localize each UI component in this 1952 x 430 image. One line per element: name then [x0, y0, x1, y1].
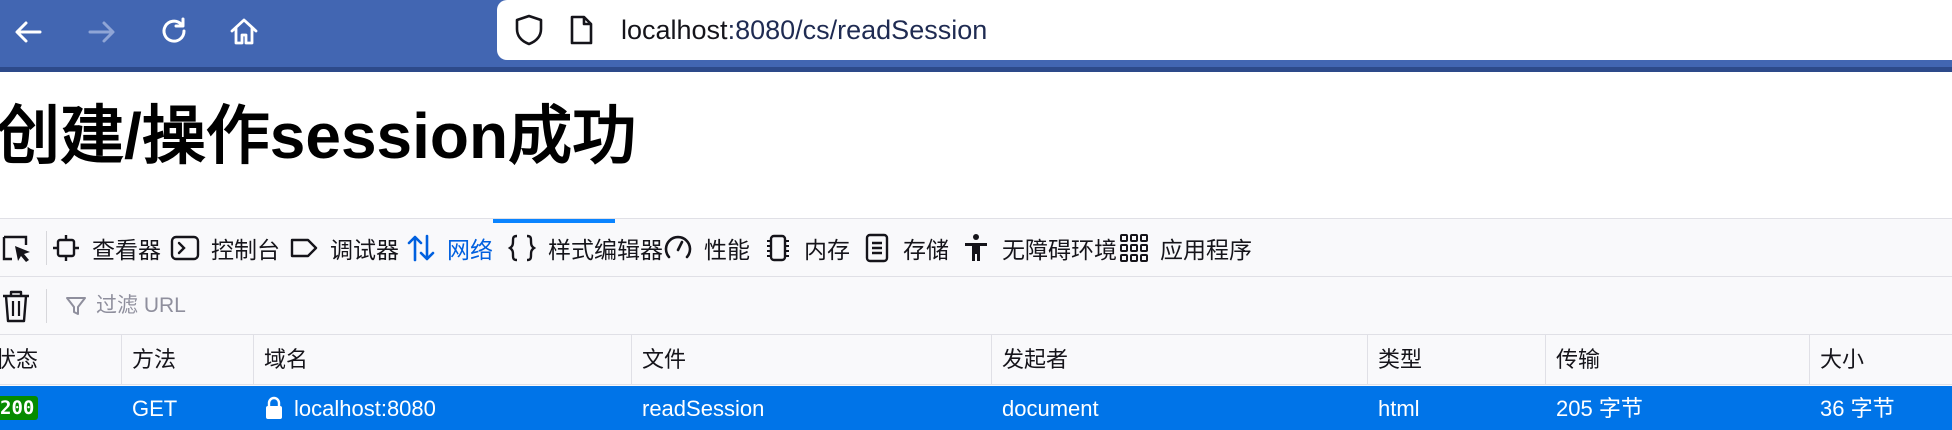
- address-bar[interactable]: localhost:8080/cs/readSession: [497, 0, 1952, 60]
- tab-storage[interactable]: 存储: [861, 219, 949, 277]
- memory-icon: [767, 234, 789, 262]
- filter-url-input[interactable]: [96, 287, 796, 325]
- column-status[interactable]: 状态: [0, 335, 38, 385]
- tab-label: 调试器: [330, 237, 399, 263]
- tab-application[interactable]: 应用程序: [1118, 219, 1252, 277]
- cell-type: html: [1378, 396, 1420, 421]
- tab-console[interactable]: 控制台: [169, 219, 280, 277]
- performance-icon: [664, 235, 692, 259]
- page-icon[interactable]: [563, 12, 599, 48]
- trash-icon[interactable]: [0, 288, 32, 324]
- filter-icon: [66, 297, 86, 315]
- devtools-tabbar: 查看器 控制台 调试器 网络 样式编辑器 性能 内存 存储 无障碍环境 应用程序: [0, 219, 1952, 277]
- tab-label: 网络: [447, 237, 493, 263]
- url-host: localhost: [621, 15, 728, 45]
- tab-accessibility[interactable]: 无障碍环境: [960, 219, 1117, 277]
- console-icon: [170, 235, 200, 261]
- forward-icon: [88, 21, 115, 43]
- reload-button[interactable]: [148, 10, 200, 54]
- tab-style-editor[interactable]: 样式编辑器: [506, 219, 663, 277]
- tab-debugger[interactable]: 调试器: [288, 219, 399, 277]
- column-transferred[interactable]: 传输: [1545, 335, 1600, 385]
- home-button[interactable]: [218, 10, 270, 54]
- cell-domain: localhost:8080: [294, 396, 436, 421]
- column-domain[interactable]: 域名: [253, 335, 308, 385]
- home-icon: [230, 18, 258, 45]
- devtools-panel: 查看器 控制台 调试器 网络 样式编辑器 性能 内存 存储 无障碍环境 应用程序…: [0, 218, 1952, 430]
- element-picker-icon[interactable]: [0, 231, 36, 267]
- request-table-header: 状态 方法 域名 文件 发起者 类型 传输 大小: [0, 335, 1952, 385]
- lock-icon: [266, 396, 282, 419]
- tab-label: 存储: [903, 237, 949, 263]
- browser-toolbar: localhost:8080/cs/readSession: [0, 0, 1952, 72]
- forward-button[interactable]: [76, 10, 128, 54]
- column-file[interactable]: 文件: [631, 335, 686, 385]
- tab-network[interactable]: 网络: [405, 219, 493, 277]
- inspector-icon: [53, 235, 79, 261]
- tabbar-separator: [46, 231, 47, 265]
- reload-icon: [162, 17, 186, 43]
- back-icon: [15, 21, 42, 43]
- cell-method: GET: [132, 396, 178, 421]
- tab-label: 查看器: [92, 237, 161, 263]
- column-type[interactable]: 类型: [1367, 335, 1422, 385]
- status-badge: 200: [0, 396, 39, 420]
- table-row[interactable]: 200 GET localhost:8080 readSession docum…: [0, 386, 1952, 430]
- style-editor-icon: [507, 234, 537, 262]
- cell-size: 36 字节: [1820, 396, 1895, 421]
- tab-label: 控制台: [211, 237, 280, 263]
- cell-transferred: 205 字节: [1556, 396, 1643, 421]
- tab-label: 内存: [804, 237, 850, 263]
- tab-performance[interactable]: 性能: [662, 219, 750, 277]
- url-text[interactable]: localhost:8080/cs/readSession: [621, 14, 987, 46]
- chrome-divider: [0, 67, 1952, 72]
- toolbar-separator: [46, 289, 47, 323]
- tab-label: 应用程序: [1160, 237, 1252, 263]
- tab-label: 性能: [704, 237, 750, 263]
- column-initiator[interactable]: 发起者: [991, 335, 1068, 385]
- tab-label: 无障碍环境: [1002, 237, 1117, 263]
- tab-memory[interactable]: 内存: [762, 219, 850, 277]
- accessibility-icon: [965, 234, 987, 261]
- back-button[interactable]: [2, 10, 54, 54]
- column-size[interactable]: 大小: [1809, 335, 1864, 385]
- shield-icon[interactable]: [511, 12, 547, 48]
- network-toolbar: [0, 277, 1952, 335]
- storage-icon: [865, 233, 889, 263]
- page-title: 创建/操作session成功: [0, 100, 637, 172]
- cell-file: readSession: [642, 396, 765, 421]
- tab-label: 样式编辑器: [548, 237, 663, 263]
- column-method[interactable]: 方法: [121, 335, 176, 385]
- cell-initiator: document: [1002, 396, 1099, 421]
- application-icon: [1120, 234, 1148, 262]
- tab-inspector[interactable]: 查看器: [50, 219, 161, 277]
- debugger-icon: [290, 238, 318, 258]
- network-icon: [407, 234, 435, 262]
- url-path: :8080/cs/readSession: [727, 15, 988, 45]
